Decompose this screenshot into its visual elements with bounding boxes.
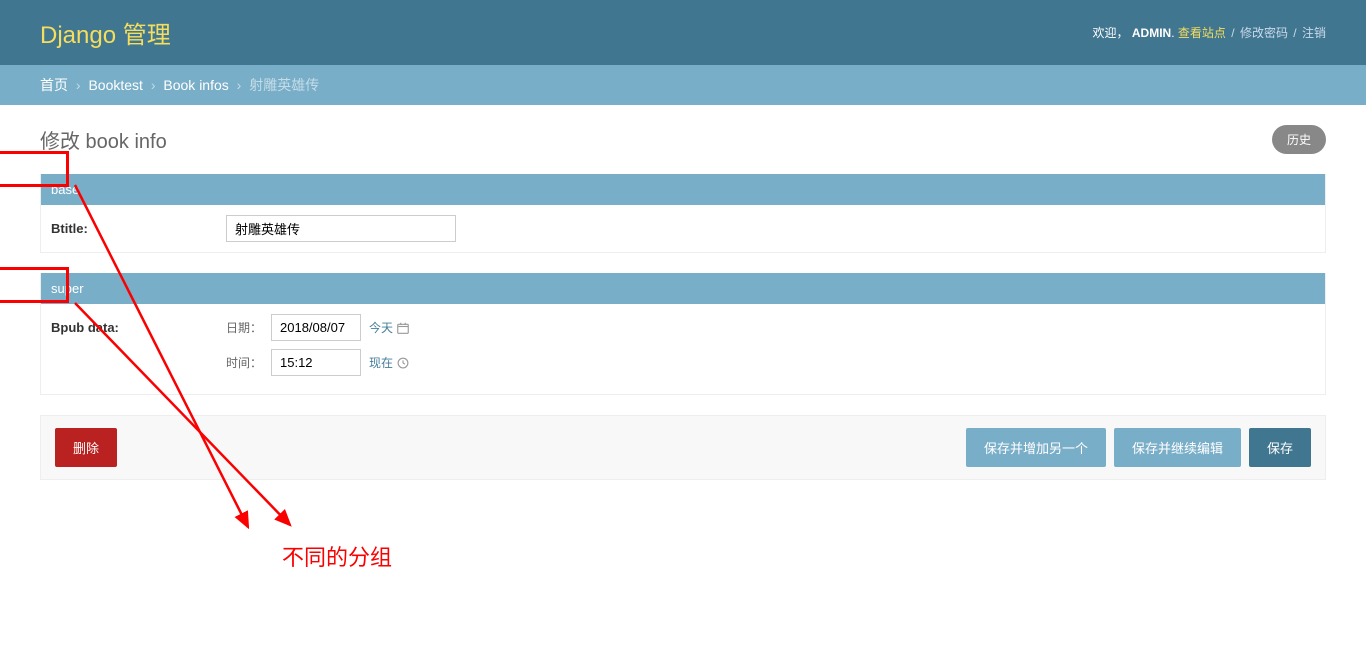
save-button[interactable]: 保存 <box>1249 428 1311 467</box>
page-title: 修改 book info <box>40 125 167 154</box>
input-date[interactable] <box>271 314 361 341</box>
label-time: 时间： <box>226 354 271 371</box>
welcome-text: 欢迎， <box>1093 26 1129 40</box>
today-link[interactable]: 今天 <box>369 319 393 336</box>
now-link[interactable]: 现在 <box>369 354 393 371</box>
breadcrumb-current: 射雕英雄传 <box>249 77 319 93</box>
fieldset-base: base Btitle: <box>40 174 1326 253</box>
delete-button[interactable]: 删除 <box>55 428 117 467</box>
breadcrumb-home[interactable]: 首页 <box>40 77 68 93</box>
input-btitle[interactable] <box>226 215 456 242</box>
save-continue-button[interactable]: 保存并继续编辑 <box>1114 428 1241 467</box>
form-row-btitle: Btitle: <box>41 205 1325 252</box>
content: 修改 book info 历史 base Btitle: super Bpub … <box>0 105 1366 500</box>
history-button[interactable]: 历史 <box>1272 125 1326 154</box>
label-bpub-data: Bpub data: <box>51 314 226 335</box>
input-time[interactable] <box>271 349 361 376</box>
label-btitle: Btitle: <box>51 215 226 236</box>
logout-link[interactable]: 注销 <box>1302 26 1326 40</box>
fieldset-super: super Bpub data: 日期： 今天 时间： 现在 <box>40 273 1326 395</box>
annotation-label: 不同的分组 <box>282 540 392 572</box>
breadcrumb-app[interactable]: Booktest <box>88 77 142 93</box>
breadcrumb: 首页 › Booktest › Book infos › 射雕英雄传 <box>0 65 1366 105</box>
change-password-link[interactable]: 修改密码 <box>1240 26 1288 40</box>
breadcrumb-model[interactable]: Book infos <box>163 77 228 93</box>
user-tools: 欢迎， ADMIN. 查看站点 / 修改密码 / 注销 <box>1093 24 1326 41</box>
form-row-bpub-data: Bpub data: 日期： 今天 时间： 现在 <box>41 304 1325 394</box>
save-add-another-button[interactable]: 保存并增加另一个 <box>966 428 1106 467</box>
calendar-icon[interactable] <box>397 322 409 334</box>
submit-row: 删除 保存并增加另一个 保存并继续编辑 保存 <box>40 415 1326 480</box>
branding[interactable]: Django 管理 <box>40 15 171 50</box>
fieldset-heading-super: super <box>41 273 1325 304</box>
username: ADMIN <box>1132 26 1171 40</box>
fieldset-heading-base: base <box>41 174 1325 205</box>
clock-icon[interactable] <box>397 357 409 369</box>
label-date: 日期： <box>226 319 271 336</box>
header: Django 管理 欢迎， ADMIN. 查看站点 / 修改密码 / 注销 <box>0 0 1366 65</box>
view-site-link[interactable]: 查看站点 <box>1178 26 1226 40</box>
